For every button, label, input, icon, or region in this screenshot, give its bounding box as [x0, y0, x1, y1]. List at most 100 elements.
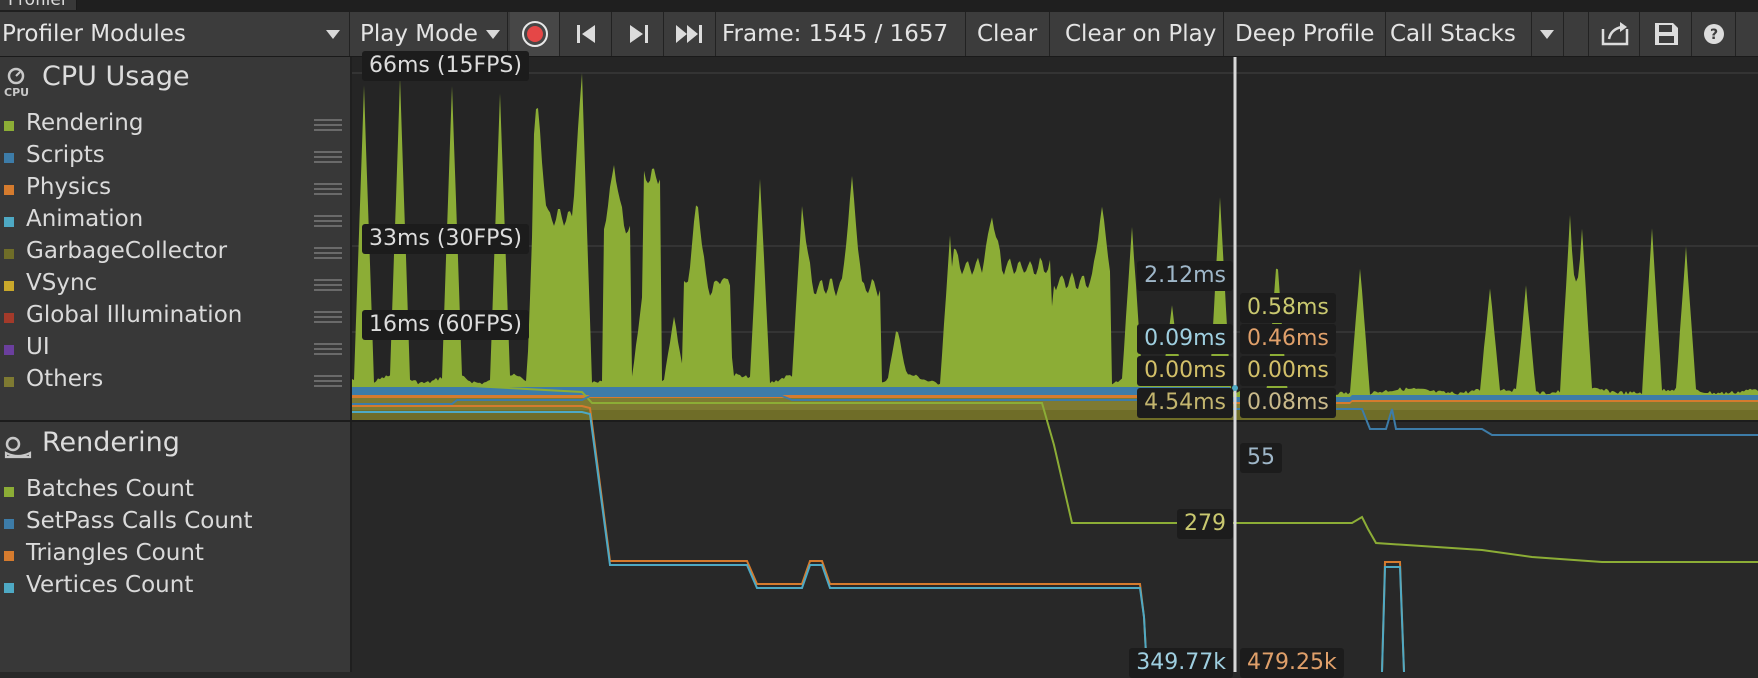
series-color-swatch[interactable] — [4, 377, 14, 387]
series-color-swatch[interactable] — [4, 519, 14, 529]
fps-label-30: 33ms (30FPS) — [362, 224, 529, 254]
cpu-item[interactable]: GarbageCollector — [0, 237, 350, 269]
cpu-value-right: 0.08ms — [1240, 388, 1336, 418]
last-frame-button[interactable] — [666, 12, 716, 56]
call-stacks-toggle[interactable]: Call Stacks — [1386, 12, 1532, 56]
rendering-item-label: Vertices Count — [26, 572, 194, 598]
drag-handle-icon[interactable] — [314, 343, 342, 355]
triangles-value-label: 479.25k — [1240, 648, 1344, 678]
cpu-item[interactable]: Animation — [0, 205, 350, 237]
rendering-item[interactable]: Batches Count — [0, 475, 350, 507]
drag-handle-icon[interactable] — [314, 311, 342, 323]
cpu-icon: CPU — [4, 67, 29, 97]
call-stacks-label: Call Stacks — [1390, 21, 1516, 47]
series-color-swatch[interactable] — [4, 185, 14, 195]
playmode-dropdown[interactable]: Play Mode — [352, 12, 508, 56]
drag-handle-icon[interactable] — [314, 279, 342, 291]
cpu-item-label: VSync — [26, 270, 98, 296]
cpu-item-label: UI — [26, 334, 50, 360]
rendering-icon — [4, 436, 32, 459]
series-color-swatch[interactable] — [4, 249, 14, 259]
fps-label-60: 16ms (60FPS) — [362, 310, 529, 340]
clear-button[interactable]: Clear — [968, 12, 1050, 56]
prev-frame-icon — [577, 25, 595, 43]
drag-handle-icon[interactable] — [314, 215, 342, 227]
prev-frame-button[interactable] — [562, 12, 612, 56]
fps-label-15: 66ms (15FPS) — [362, 51, 529, 81]
cpu-item-label: Rendering — [26, 110, 144, 136]
cpu-item[interactable]: UI — [0, 333, 350, 365]
rendering-module-header[interactable]: Rendering — [0, 423, 350, 465]
series-color-swatch[interactable] — [4, 345, 14, 355]
rendering-item[interactable]: SetPass Calls Count — [0, 507, 350, 539]
clear-label: Clear — [977, 21, 1038, 47]
series-color-swatch[interactable] — [4, 313, 14, 323]
drag-handle-icon[interactable] — [314, 151, 342, 163]
vertices-value-label: 349.77k — [1129, 648, 1233, 678]
cpu-icon-text: CPU — [4, 86, 29, 97]
help-icon: ? — [1704, 24, 1724, 44]
rendering-item-label: Triangles Count — [26, 540, 204, 566]
frame-counter-label: Frame: 1545 / 1657 — [722, 21, 949, 47]
cpu-value-right: 0.58ms — [1240, 293, 1336, 323]
cpu-item-label: Global Illumination — [26, 302, 243, 328]
setpass-value-label: 55 — [1240, 443, 1282, 473]
series-color-swatch[interactable] — [4, 281, 14, 291]
next-frame-button[interactable] — [614, 12, 664, 56]
playmode-label: Play Mode — [360, 21, 478, 47]
batches-value-label: 279 — [1177, 509, 1233, 539]
help-button[interactable]: ? — [1692, 12, 1736, 56]
rendering-item[interactable]: Triangles Count — [0, 539, 350, 571]
series-color-swatch[interactable] — [4, 551, 14, 561]
chevron-down-icon — [486, 30, 500, 39]
drag-handle-icon[interactable] — [314, 247, 342, 259]
cpu-item[interactable]: Others — [0, 365, 350, 397]
series-color-swatch[interactable] — [4, 153, 14, 163]
rendering-chart-background — [352, 422, 1758, 672]
call-stacks-dropdown[interactable] — [1532, 12, 1564, 56]
cpu-item[interactable]: Global Illumination — [0, 301, 350, 333]
profiler-toolbar: Profiler Modules Play Mode Frame: 1545 /… — [0, 12, 1758, 57]
profiler-chart-area[interactable] — [352, 57, 1758, 672]
rendering-item-label: SetPass Calls Count — [26, 508, 253, 534]
series-color-swatch[interactable] — [4, 583, 14, 593]
load-button[interactable] — [1588, 12, 1640, 56]
svg-text:?: ? — [1710, 27, 1718, 43]
record-button[interactable] — [510, 12, 560, 56]
cpu-value-left: 2.12ms — [1137, 261, 1233, 291]
series-color-swatch[interactable] — [4, 487, 14, 497]
profiler-modules-dropdown[interactable]: Profiler Modules — [0, 12, 350, 56]
cpu-module-title: CPU Usage — [42, 61, 190, 92]
cpu-item[interactable]: Rendering — [0, 109, 350, 141]
cpu-item[interactable]: VSync — [0, 269, 350, 301]
clear-on-play-label: Clear on Play — [1065, 21, 1217, 47]
toolbar-overflow — [1736, 12, 1758, 56]
drag-handle-icon[interactable] — [314, 375, 342, 387]
rendering-item-label: Batches Count — [26, 476, 194, 502]
cpu-item-label: GarbageCollector — [26, 238, 228, 264]
series-color-swatch[interactable] — [4, 217, 14, 227]
cpu-item-label: Others — [26, 366, 104, 392]
cpu-item[interactable]: Physics — [0, 173, 350, 205]
cpu-module-header[interactable]: CPU CPU Usage — [0, 57, 350, 99]
deep-profile-toggle[interactable]: Deep Profile — [1226, 12, 1386, 56]
next-frame-icon — [630, 25, 648, 43]
load-icon — [1601, 22, 1629, 46]
clear-on-play-toggle[interactable]: Clear on Play — [1056, 12, 1224, 56]
drag-handle-icon[interactable] — [314, 183, 342, 195]
window-tab-profiler[interactable]: Profiler — [0, 0, 77, 10]
cpu-item[interactable]: Scripts — [0, 141, 350, 173]
series-color-swatch[interactable] — [4, 121, 14, 131]
chevron-down-icon — [326, 30, 340, 39]
frame-counter: Frame: 1545 / 1657 — [718, 12, 966, 56]
deep-profile-label: Deep Profile — [1235, 21, 1375, 47]
cpu-item-label: Physics — [26, 174, 112, 200]
cpu-item-label: Scripts — [26, 142, 105, 168]
cpu-value-left: 4.54ms — [1137, 388, 1233, 418]
profiler-modules-label: Profiler Modules — [2, 21, 186, 47]
save-button[interactable] — [1640, 12, 1692, 56]
cpu-value-left: 0.09ms — [1137, 324, 1233, 354]
cpu-value-right: 0.00ms — [1240, 356, 1336, 386]
rendering-item[interactable]: Vertices Count — [0, 571, 350, 603]
drag-handle-icon[interactable] — [314, 119, 342, 131]
